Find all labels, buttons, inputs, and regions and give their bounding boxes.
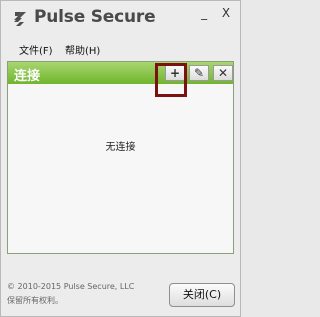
menu-file[interactable]: 文件(F): [19, 42, 53, 57]
menu-help[interactable]: 帮助(H): [65, 42, 100, 57]
window-controls: _ X: [192, 6, 232, 20]
copyright-line2: 保留所有权利。: [7, 296, 63, 305]
title-bar: Pulse Secure _ X: [1, 1, 240, 35]
x-icon: ✕: [217, 66, 229, 80]
pencil-icon: ✎: [193, 66, 205, 80]
delete-connection-button[interactable]: ✕: [213, 65, 233, 81]
connections-panel: 连接 + ✎ ✕ 无连接: [7, 61, 234, 254]
connections-header: 连接 + ✎ ✕: [8, 62, 233, 84]
pulse-secure-window: Pulse Secure _ X 文件(F) 帮助(H) 连接 + ✎ ✕ 无连…: [0, 0, 241, 317]
empty-message: 无连接: [105, 142, 136, 153]
copyright-line1: © 2010-2015 Pulse Secure, LLC: [7, 282, 135, 291]
close-window-button[interactable]: X: [220, 6, 232, 20]
pulse-secure-logo-icon: [9, 8, 31, 30]
add-button-highlight: [155, 63, 187, 97]
panel-title: 连接: [14, 69, 41, 84]
minimize-button[interactable]: _: [198, 6, 210, 20]
edit-connection-button[interactable]: ✎: [189, 65, 209, 81]
menu-bar: 文件(F) 帮助(H): [1, 39, 240, 59]
close-button[interactable]: 关闭(C): [169, 283, 235, 307]
brand-title: Pulse Secure: [34, 7, 156, 27]
